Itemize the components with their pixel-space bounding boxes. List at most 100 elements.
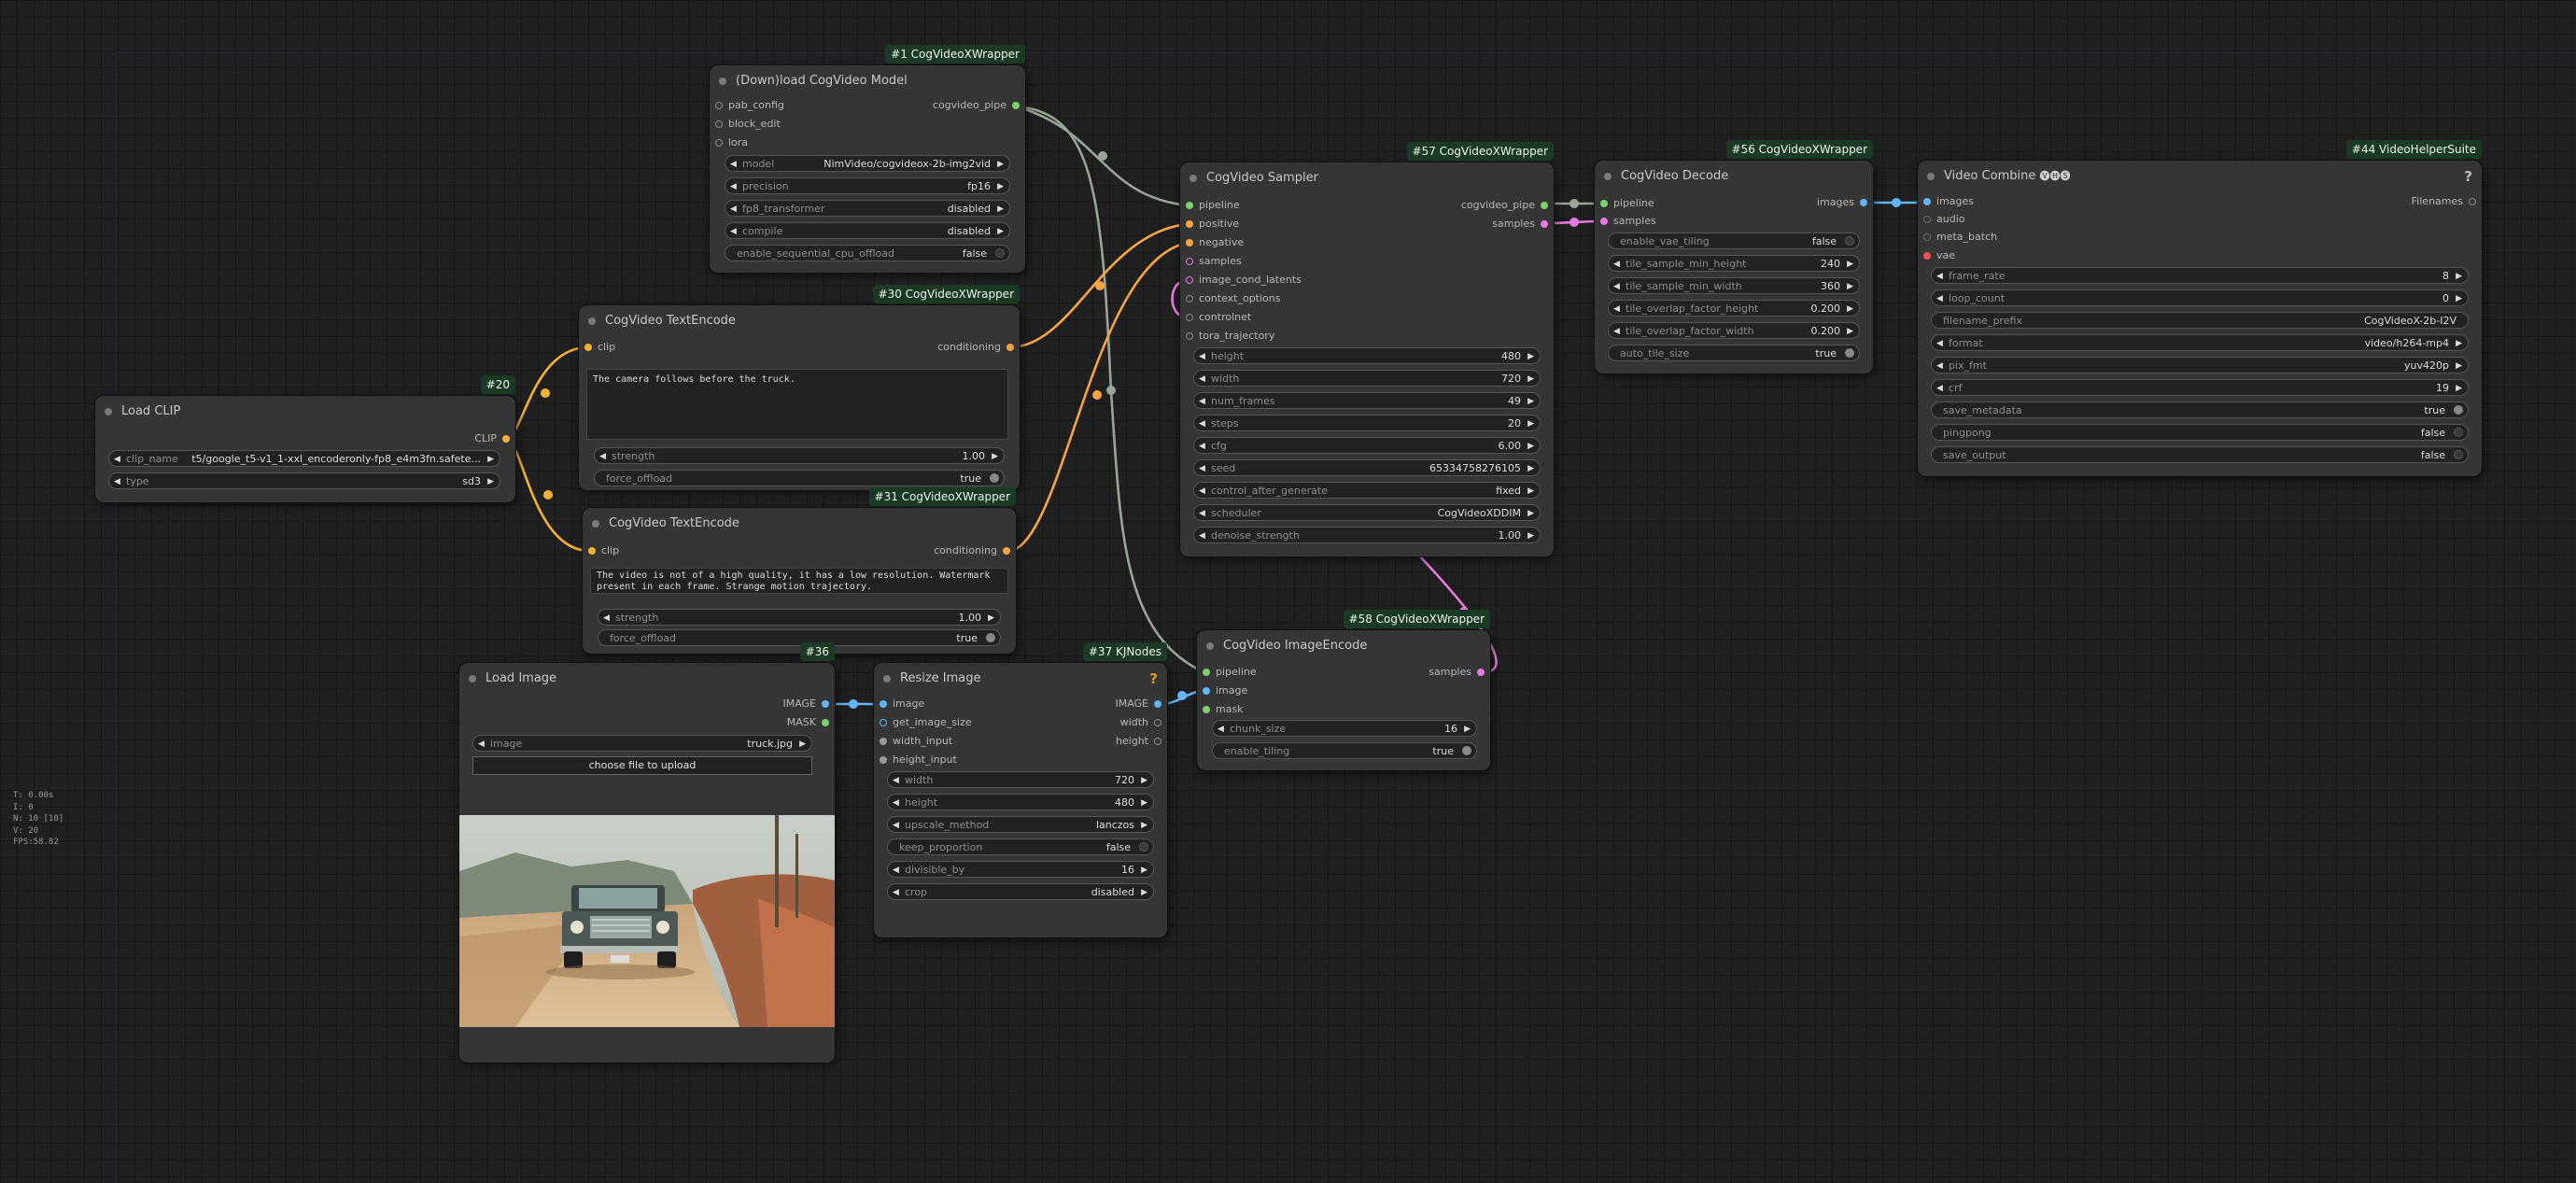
combo-widget-scheduler[interactable]: ◀ scheduler CogVideoXDDIM ▶ <box>1193 504 1541 521</box>
collapse-dot[interactable] <box>1189 175 1197 182</box>
arrow-right-icon[interactable]: ▶ <box>2456 380 2462 395</box>
arrow-right-icon[interactable]: ▶ <box>997 178 1004 193</box>
arrow-right-icon[interactable]: ▶ <box>997 223 1004 238</box>
input-slot-clip[interactable]: clip <box>584 340 615 355</box>
arrow-right-icon[interactable]: ▶ <box>1527 460 1534 475</box>
node-title[interactable]: Resize Image <box>874 663 1167 695</box>
combo-widget-upscale-method[interactable]: ◀ upscale_method lanczos ▶ <box>887 816 1154 833</box>
node-title[interactable]: CogVideo Sampler <box>1180 162 1554 194</box>
arrow-right-icon[interactable]: ▶ <box>1141 862 1147 877</box>
output-slot-images[interactable]: images <box>1817 195 1867 210</box>
arrow-right-icon[interactable]: ▶ <box>2456 335 2462 350</box>
input-slot-image[interactable]: image <box>880 697 924 711</box>
node-resize-image[interactable]: #37 KJNodes Resize Image ? image get_ima… <box>874 642 1167 937</box>
collapse-dot[interactable] <box>1206 642 1214 650</box>
input-slot-negative[interactable]: negative <box>1186 235 1244 250</box>
arrow-left-icon[interactable]: ◀ <box>1613 278 1620 293</box>
arrow-left-icon[interactable]: ◀ <box>893 817 899 832</box>
toggle-knob[interactable] <box>1139 842 1148 852</box>
collapse-dot[interactable] <box>105 408 112 415</box>
combo-widget-crop[interactable]: ◀ crop disabled ▶ <box>887 883 1154 900</box>
arrow-right-icon[interactable]: ▶ <box>1527 483 1534 498</box>
input-slot-controlnet[interactable]: controlnet <box>1186 310 1251 325</box>
arrow-right-icon[interactable]: ▶ <box>1847 301 1853 316</box>
arrow-right-icon[interactable]: ▶ <box>2456 358 2462 373</box>
arrow-left-icon[interactable]: ◀ <box>730 156 737 171</box>
toggle-widget-keep-proportion[interactable]: keep_proportion false <box>887 838 1154 855</box>
input-slot-pipeline[interactable]: pipeline <box>1203 665 1257 680</box>
output-slot-mask[interactable]: MASK <box>787 715 829 730</box>
toggle-knob[interactable] <box>2454 405 2463 415</box>
number-widget-crf[interactable]: ◀ crf 19 ▶ <box>1931 379 2469 396</box>
output-slot-width[interactable]: width <box>1120 715 1161 730</box>
arrow-left-icon[interactable]: ◀ <box>893 772 899 787</box>
upload-button[interactable]: choose file to upload <box>472 756 812 775</box>
arrow-right-icon[interactable]: ▶ <box>997 156 1004 171</box>
number-widget-strength[interactable]: ◀ strength 1.00 ▶ <box>594 447 1005 464</box>
arrow-right-icon[interactable]: ▶ <box>1847 278 1853 293</box>
input-slot-pipeline[interactable]: pipeline <box>1186 198 1240 213</box>
prompt-textarea[interactable]: The video is not of a high quality, it h… <box>590 568 1008 594</box>
arrow-right-icon[interactable]: ▶ <box>1527 348 1534 363</box>
arrow-left-icon[interactable]: ◀ <box>1613 256 1620 271</box>
arrow-left-icon[interactable]: ◀ <box>1936 268 1943 283</box>
number-widget-num-frames[interactable]: ◀ num_frames 49 ▶ <box>1193 392 1541 409</box>
input-slot-positive[interactable]: positive <box>1186 217 1239 232</box>
node-cogvideo-textencode-30[interactable]: #30 CogVideoXWrapper CogVideo TextEncode… <box>579 285 1020 490</box>
input-slot-meta-batch[interactable]: meta_batch <box>1923 230 1997 245</box>
node-load-clip[interactable]: #20 Load CLIP CLIP ◀ clip_name t5/google_t… <box>95 375 515 502</box>
toggle-widget-pingpong[interactable]: pingpong false <box>1931 424 2469 441</box>
arrow-right-icon[interactable]: ▶ <box>992 448 998 463</box>
node-cogvideo-imageencode[interactable]: #58 CogVideoXWrapper CogVideo ImageEncod… <box>1197 610 1490 770</box>
arrow-left-icon[interactable]: ◀ <box>1199 505 1205 520</box>
combo-widget-control-after-generate[interactable]: ◀ control_after_generate fixed ▶ <box>1193 482 1541 499</box>
combo-widget-model[interactable]: ◀ model NimVideo/cogvideox-2b-img2vid ▶ <box>725 155 1010 172</box>
arrow-right-icon[interactable]: ▶ <box>1464 721 1471 736</box>
number-widget-strength[interactable]: ◀ strength 1.00 ▶ <box>598 609 1001 626</box>
arrow-left-icon[interactable]: ◀ <box>1218 721 1224 736</box>
number-widget-denoise-strength[interactable]: ◀ denoise_strength 1.00 ▶ <box>1193 527 1541 543</box>
arrow-left-icon[interactable]: ◀ <box>478 736 485 751</box>
node-cogvideo-sampler[interactable]: #57 CogVideoXWrapper CogVideo Sampler pi… <box>1180 142 1554 556</box>
input-slot-pipeline[interactable]: pipeline <box>1600 196 1654 211</box>
node-title[interactable]: (Down)load CogVideo Model <box>710 65 1025 97</box>
output-slot-filenames[interactable]: Filenames <box>2412 194 2476 209</box>
arrow-right-icon[interactable]: ▶ <box>2456 268 2462 283</box>
toggle-widget-force-offload[interactable]: force_offload true <box>594 470 1005 486</box>
help-icon[interactable]: ? <box>1149 670 1158 687</box>
number-widget-cfg[interactable]: ◀ cfg 6.00 ▶ <box>1193 437 1541 454</box>
toggle-knob[interactable] <box>1845 348 1854 358</box>
toggle-knob[interactable] <box>986 633 995 642</box>
input-slot-pab-config[interactable]: pab_config <box>715 98 784 113</box>
combo-widget-clip-name[interactable]: ◀ clip_name t5/google_t5-v1_1-xxl_encodero… <box>108 450 500 467</box>
output-slot-image[interactable]: IMAGE <box>1115 697 1161 711</box>
arrow-left-icon[interactable]: ◀ <box>1199 393 1205 408</box>
arrow-right-icon[interactable]: ▶ <box>1141 795 1147 810</box>
arrow-left-icon[interactable]: ◀ <box>1613 301 1620 316</box>
input-slot-tora-trajectory[interactable]: tora_trajectory <box>1186 329 1274 344</box>
arrow-right-icon[interactable]: ▶ <box>1847 323 1853 338</box>
arrow-left-icon[interactable]: ◀ <box>603 610 610 625</box>
toggle-widget-save-metadata[interactable]: save_metadata true <box>1931 401 2469 418</box>
input-slot-context-options[interactable]: context_options <box>1186 291 1280 306</box>
toggle-widget-save-output[interactable]: save_output false <box>1931 446 2469 463</box>
arrow-right-icon[interactable]: ▶ <box>1527 505 1534 520</box>
arrow-left-icon[interactable]: ◀ <box>1199 483 1205 498</box>
text-widget-filename-prefix[interactable]: filename_prefix CogVideoX-2b-I2V <box>1931 312 2469 329</box>
arrow-right-icon[interactable]: ▶ <box>487 451 494 466</box>
arrow-right-icon[interactable]: ▶ <box>487 473 494 488</box>
toggle-widget-enable-tiling[interactable]: enable_tiling true <box>1212 742 1477 759</box>
arrow-left-icon[interactable]: ◀ <box>893 884 899 899</box>
node-load-image[interactable]: #36 Load Image IMAGE MASK ◀ image truck.jp… <box>459 642 835 1063</box>
arrow-left-icon[interactable]: ◀ <box>1199 348 1205 363</box>
prompt-textarea[interactable]: The camera follows before the truck. <box>586 369 1008 440</box>
arrow-right-icon[interactable]: ▶ <box>799 736 806 751</box>
input-slot-audio[interactable]: audio <box>1923 212 1964 227</box>
toggle-widget-sequential-cpu-offload[interactable]: enable_sequential_cpu_offload false <box>725 245 1010 261</box>
number-widget-chunk-size[interactable]: ◀ chunk_size 16 ▶ <box>1212 720 1477 737</box>
output-slot-height[interactable]: height <box>1116 734 1161 749</box>
combo-widget-image[interactable]: ◀ image truck.jpg ▶ <box>472 735 812 752</box>
arrow-left-icon[interactable]: ◀ <box>1199 415 1205 430</box>
arrow-right-icon[interactable]: ▶ <box>1847 256 1853 271</box>
number-widget-seed[interactable]: ◀ seed 65334758276105 ▶ <box>1193 459 1541 476</box>
